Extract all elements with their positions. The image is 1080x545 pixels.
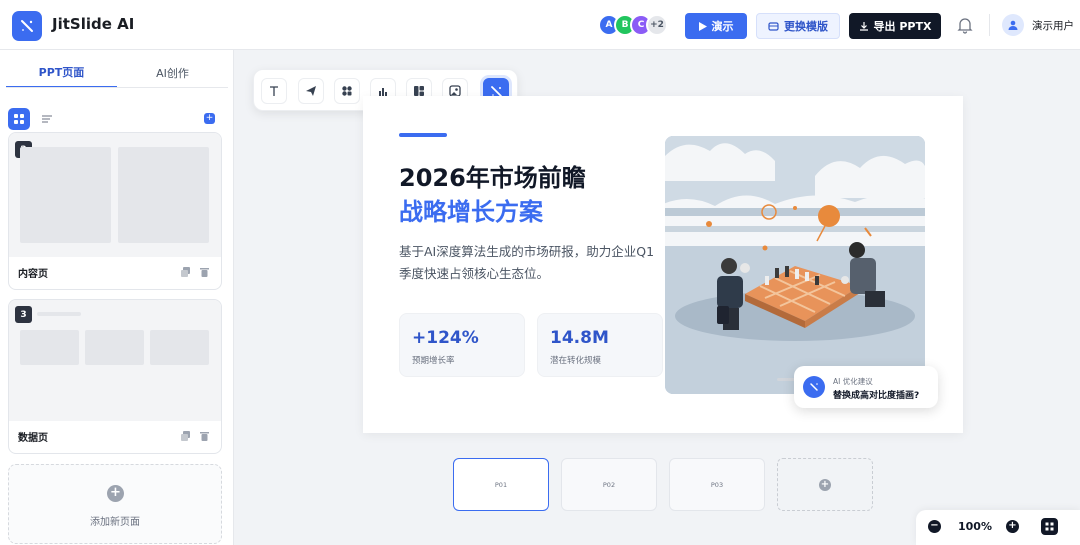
grid-view-icon[interactable] xyxy=(8,108,30,130)
trash-icon[interactable] xyxy=(200,431,209,441)
play-icon xyxy=(698,21,707,31)
tab-ppt-pages[interactable]: PPT页面 xyxy=(6,58,117,88)
placeholder-block xyxy=(118,147,209,243)
filmstrip-add-page-button[interactable]: + xyxy=(777,458,873,511)
add-new-page-button[interactable]: + 添加新页面 xyxy=(8,464,222,544)
slide-preview[interactable]: 2 xyxy=(9,133,221,257)
copy-icon[interactable] xyxy=(181,431,190,441)
filmstrip-page[interactable]: P01 xyxy=(453,458,549,511)
plus-icon: + xyxy=(107,485,124,502)
download-icon xyxy=(859,22,868,31)
slide-footer: 内容页 xyxy=(9,255,221,289)
filmstrip-page[interactable]: P03 xyxy=(669,458,765,511)
stat-card[interactable]: 14.8M 潜在转化规模 xyxy=(537,313,663,377)
change-template-label: 更换模版 xyxy=(784,20,828,33)
slide-footer: 数据页 xyxy=(9,419,221,453)
slide-title: 内容页 xyxy=(18,268,48,280)
divider xyxy=(6,87,228,88)
more-collaborators-badge[interactable]: +2 xyxy=(646,14,668,36)
template-icon xyxy=(768,21,779,31)
stat-label: 预期增长率 xyxy=(412,356,455,366)
top-bar: JitSlide AI A B C +2 演示 更换模版 导出 PPTX 演示用… xyxy=(0,0,1080,50)
change-template-button[interactable]: 更换模版 xyxy=(756,13,840,39)
zoom-level: 100% xyxy=(958,520,992,533)
magic-wand-logo-icon xyxy=(12,11,42,41)
user-icon xyxy=(1008,20,1018,30)
stat-label: 潜在转化规模 xyxy=(550,356,602,366)
sidebar-tabs: PPT页面 AI创作 xyxy=(6,58,228,88)
shapes-tool-button[interactable] xyxy=(334,78,360,104)
ai-suggestion-message[interactable]: 替换成高对比度插画? xyxy=(833,388,919,401)
stat-value: 14.8M xyxy=(550,328,609,348)
collaborator-avatars[interactable]: A B C +2 xyxy=(598,14,668,38)
slides-sidebar: PPT页面 AI创作 + 2 内容页 3 数据页 xyxy=(0,50,234,545)
zoom-in-button[interactable]: + xyxy=(1006,520,1019,533)
text-icon xyxy=(270,86,278,96)
export-pptx-button[interactable]: 导出 PPTX xyxy=(849,13,941,39)
user-avatar[interactable] xyxy=(1002,14,1024,36)
placeholder-block xyxy=(20,147,111,243)
ai-suggestion-popup[interactable]: AI 优化建议 替换成高对比度插画? xyxy=(794,366,938,408)
shapes-icon xyxy=(342,86,352,96)
send-tool-button[interactable] xyxy=(298,78,324,104)
slide-thumbnail-card[interactable]: 2 内容页 xyxy=(8,132,222,290)
ai-suggestion-heading: AI 优化建议 xyxy=(833,377,873,386)
stat-card[interactable]: +124% 预期增长率 xyxy=(399,313,525,377)
app-name: JitSlide AI xyxy=(52,15,135,33)
placeholder-block xyxy=(150,330,209,365)
slide-number: 3 xyxy=(15,306,32,323)
filmstrip-page[interactable]: P02 xyxy=(561,458,657,511)
list-view-icon[interactable] xyxy=(40,112,54,126)
add-slide-icon[interactable]: + xyxy=(204,113,215,124)
accent-bar xyxy=(399,133,447,137)
present-button[interactable]: 演示 xyxy=(685,13,747,39)
plus-icon: + xyxy=(819,478,831,491)
user-name[interactable]: 演示用户 xyxy=(1032,18,1074,33)
zoom-out-button[interactable]: − xyxy=(928,520,941,533)
fit-screen-icon[interactable] xyxy=(1041,518,1058,535)
slide-illustration[interactable] xyxy=(665,136,925,394)
slide-thumbnail-card[interactable]: 3 数据页 xyxy=(8,299,222,454)
trash-icon[interactable] xyxy=(200,267,209,277)
tab-ai-create[interactable]: AI创作 xyxy=(117,58,228,88)
slide-title-line1[interactable]: 2026年市场前瞻 xyxy=(399,158,586,193)
zoom-controls: − 100% + xyxy=(916,510,1080,545)
copy-icon[interactable] xyxy=(181,267,190,277)
placeholder-block xyxy=(20,330,79,365)
add-page-label: 添加新页面 xyxy=(90,517,140,528)
placeholder-block xyxy=(85,330,144,365)
present-label: 演示 xyxy=(711,20,734,33)
bell-icon[interactable] xyxy=(956,16,974,34)
slide-preview[interactable]: 3 xyxy=(9,300,221,421)
export-label: 导出 PPTX xyxy=(873,20,932,33)
slide-title: 数据页 xyxy=(18,432,48,444)
text-tool-button[interactable] xyxy=(261,78,287,104)
chess-meeting-illustration xyxy=(665,136,925,394)
slide-title-line2[interactable]: 战略增长方案 xyxy=(399,192,543,227)
placeholder-line xyxy=(37,312,81,316)
magic-wand-icon xyxy=(803,376,825,398)
stat-value: +124% xyxy=(412,328,479,348)
slide-description[interactable]: 基于AI深度算法生成的市场研报，助力企业Q1季度快速占领核心生态位。 xyxy=(399,241,664,285)
divider xyxy=(989,14,990,36)
send-icon xyxy=(306,86,316,96)
